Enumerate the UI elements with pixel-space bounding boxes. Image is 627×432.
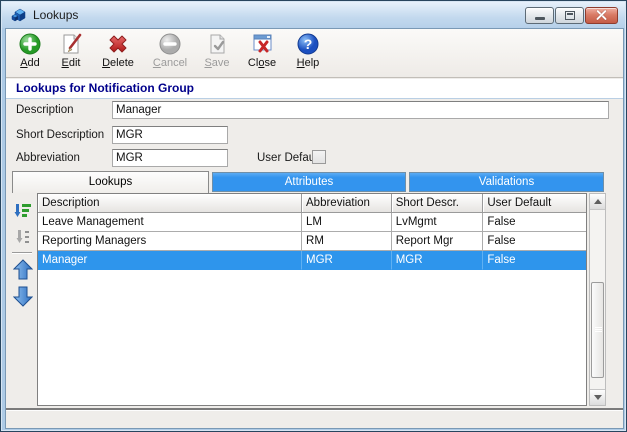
window-title: Lookups bbox=[33, 8, 79, 22]
lookups-window: Lookups Add Edit Delete Cancel Save Clos… bbox=[0, 0, 627, 432]
delete-icon bbox=[109, 35, 127, 53]
move-up-button[interactable] bbox=[12, 258, 34, 280]
lookups-table: Description Abbreviation Short Descr. Us… bbox=[37, 193, 587, 406]
maximize-button[interactable] bbox=[555, 6, 584, 24]
edit-icon bbox=[63, 33, 82, 54]
blue-cube-icon bbox=[11, 8, 26, 22]
help-label: Help bbox=[296, 57, 320, 69]
table-row[interactable]: Reporting Managers RM Report Mgr False bbox=[38, 232, 586, 251]
cell: MGR bbox=[302, 251, 392, 270]
col-abbreviation[interactable]: Abbreviation bbox=[302, 194, 392, 213]
thumb-grip-icon bbox=[595, 327, 602, 333]
edit-button[interactable]: Edit bbox=[52, 32, 90, 76]
table-row-selected[interactable]: Manager MGR MGR False bbox=[38, 251, 586, 270]
abbreviation-field[interactable] bbox=[112, 149, 228, 167]
close-icon bbox=[596, 10, 607, 21]
maximize-icon bbox=[564, 10, 575, 20]
save-icon bbox=[210, 34, 225, 54]
close-window-icon bbox=[253, 34, 272, 53]
add-label: Add bbox=[20, 57, 40, 69]
cell: Leave Management bbox=[38, 213, 303, 232]
window-controls bbox=[525, 6, 618, 24]
arrow-up-icon bbox=[593, 199, 602, 204]
description-label: Description bbox=[16, 104, 74, 116]
short-description-label: Short Description bbox=[16, 129, 105, 141]
arrow-down-icon bbox=[593, 395, 602, 400]
col-short-descr[interactable]: Short Descr. bbox=[391, 194, 484, 213]
svg-text:?: ? bbox=[304, 36, 313, 52]
grid-side-panel bbox=[8, 194, 36, 406]
tab-lookups[interactable]: Lookups bbox=[12, 171, 209, 193]
cancel-label: Cancel bbox=[152, 57, 188, 69]
close-window-button[interactable]: Close bbox=[240, 32, 284, 76]
cell: Report Mgr bbox=[391, 232, 484, 251]
cancel-button: Cancel bbox=[146, 32, 194, 76]
scroll-down-button[interactable] bbox=[590, 389, 605, 405]
sort-numeric-button bbox=[12, 226, 34, 248]
move-down-button[interactable] bbox=[12, 285, 34, 307]
table-row[interactable]: Leave Management LM LvMgmt False bbox=[38, 213, 586, 232]
user-default-checkbox[interactable] bbox=[312, 150, 326, 164]
cell: False bbox=[483, 213, 586, 232]
table-header-row: Description Abbreviation Short Descr. Us… bbox=[38, 194, 586, 213]
short-description-field[interactable] bbox=[112, 126, 228, 144]
side-panel-divider bbox=[12, 252, 32, 254]
save-label: Save bbox=[204, 57, 230, 69]
move-down-icon bbox=[13, 286, 33, 307]
add-icon bbox=[19, 33, 41, 55]
cell: LvMgmt bbox=[391, 213, 484, 232]
cell: Manager bbox=[38, 251, 303, 270]
save-button: Save bbox=[198, 32, 236, 76]
cell: RM bbox=[302, 232, 392, 251]
col-user-default[interactable]: User Default bbox=[483, 194, 586, 213]
sort-list-icon bbox=[14, 204, 31, 217]
titlebar: Lookups bbox=[2, 2, 625, 28]
sort-numeric-icon bbox=[16, 230, 29, 243]
close-window-label: Close bbox=[247, 57, 277, 69]
help-button[interactable]: ? Help bbox=[288, 32, 328, 76]
tab-validations[interactable]: Validations bbox=[409, 172, 604, 192]
col-description[interactable]: Description bbox=[38, 194, 303, 213]
minimize-button[interactable] bbox=[525, 6, 554, 24]
cell: LM bbox=[302, 213, 392, 232]
section-title: Lookups for Notification Group bbox=[6, 79, 623, 99]
description-field[interactable] bbox=[112, 101, 609, 119]
vertical-scrollbar[interactable] bbox=[589, 193, 606, 406]
close-button[interactable] bbox=[585, 6, 618, 24]
cell: False bbox=[483, 232, 586, 251]
toolbar: Add Edit Delete Cancel Save Close ? Help bbox=[6, 29, 623, 78]
tab-attributes[interactable]: Attributes bbox=[212, 172, 406, 192]
minimize-icon bbox=[534, 16, 545, 20]
scrollbar-thumb[interactable] bbox=[591, 282, 604, 378]
delete-label: Delete bbox=[102, 57, 134, 69]
cancel-icon bbox=[159, 33, 181, 55]
delete-button[interactable]: Delete bbox=[94, 32, 142, 76]
edit-label: Edit bbox=[61, 57, 81, 69]
sort-list-button[interactable] bbox=[12, 200, 34, 222]
abbreviation-label: Abbreviation bbox=[16, 152, 80, 164]
cell: False bbox=[483, 251, 586, 270]
window-content: Add Edit Delete Cancel Save Close ? Help… bbox=[5, 28, 624, 429]
help-icon: ? bbox=[297, 33, 319, 55]
status-bar bbox=[6, 408, 623, 428]
scroll-up-button[interactable] bbox=[590, 194, 605, 210]
add-button[interactable]: Add bbox=[12, 32, 48, 76]
cell: MGR bbox=[391, 251, 484, 270]
cell: Reporting Managers bbox=[38, 232, 303, 251]
move-up-icon bbox=[13, 258, 33, 279]
